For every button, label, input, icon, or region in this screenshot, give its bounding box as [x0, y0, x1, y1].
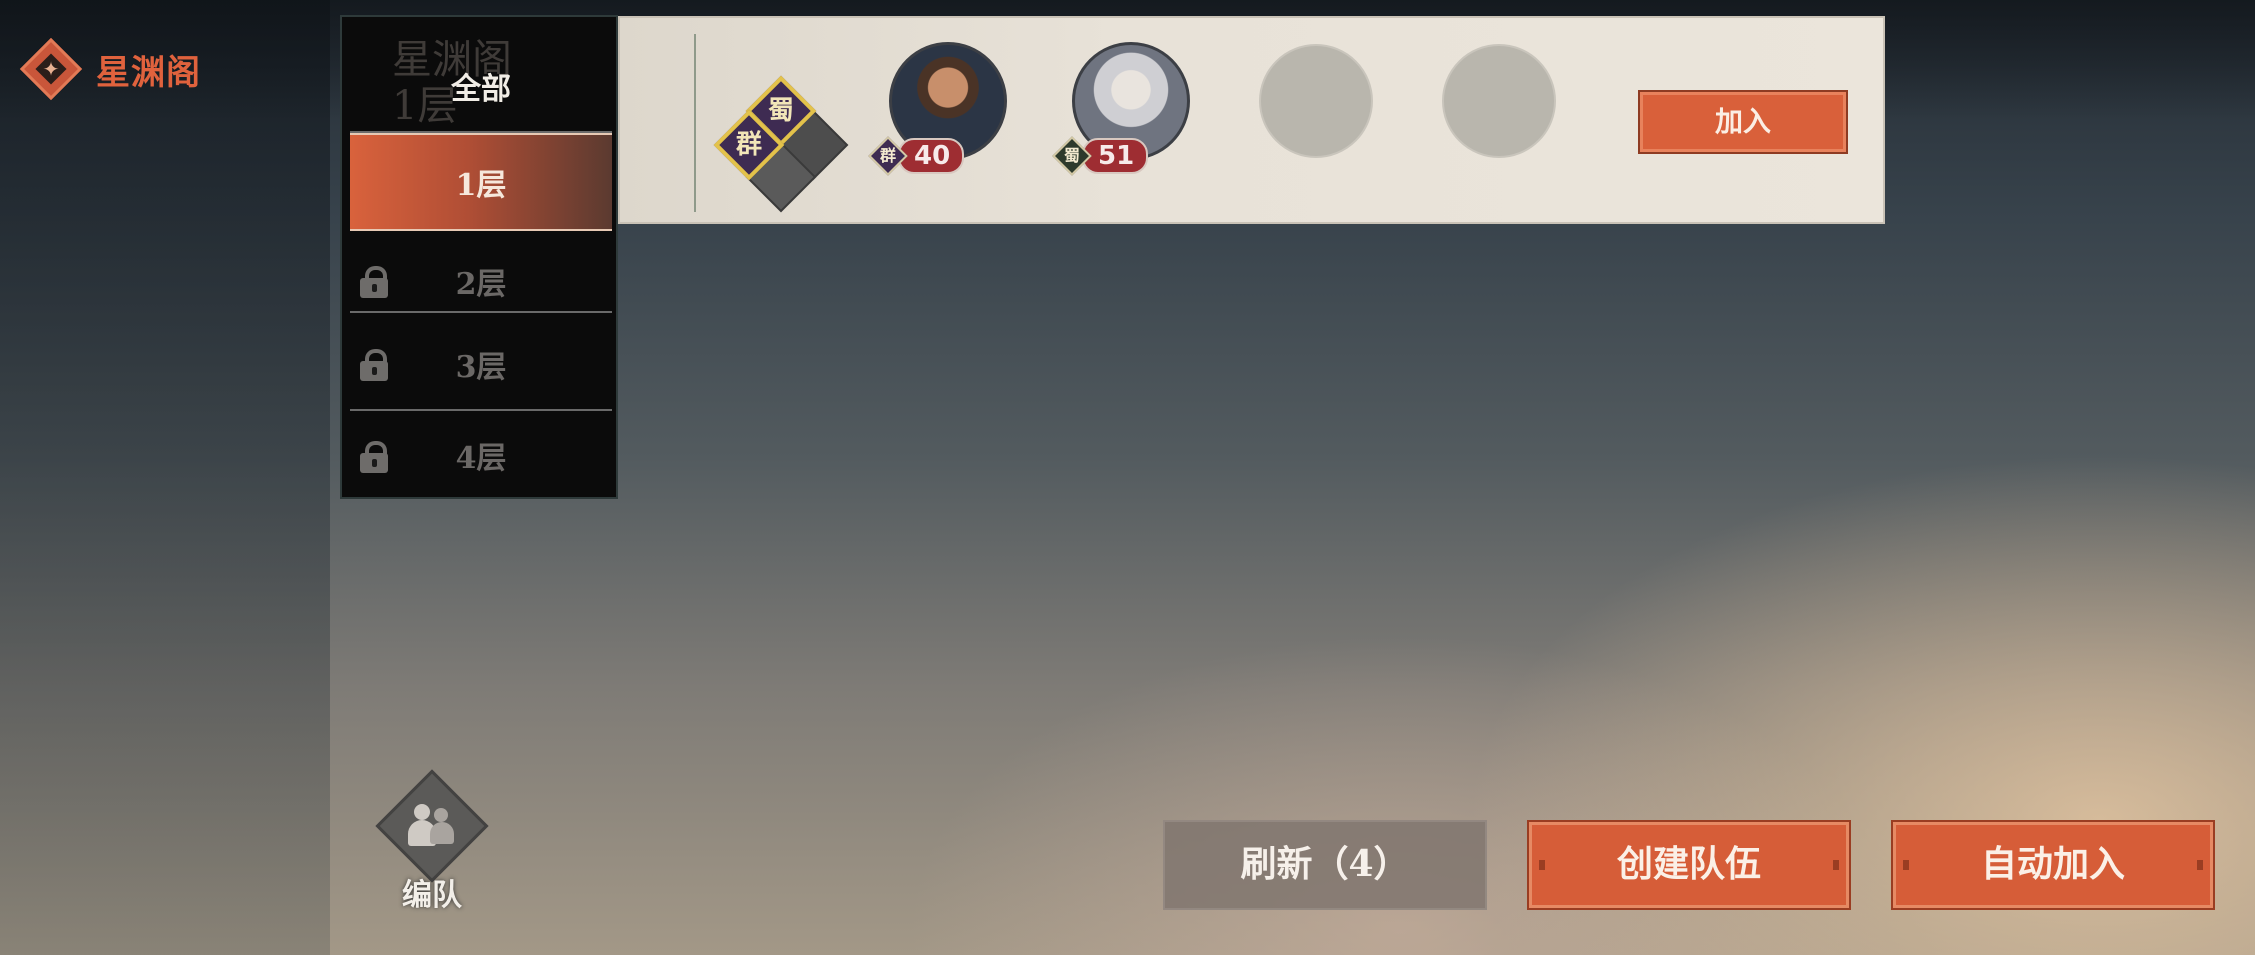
hero-level: 51	[1082, 138, 1149, 174]
page-title: 星渊阁	[96, 52, 201, 93]
floor-item-3[interactable]: 3层	[350, 315, 612, 413]
floor-item-label: 全部	[451, 72, 511, 107]
hero-badge-2: 蜀 51	[1052, 136, 1149, 176]
formation-button[interactable]: 编队	[372, 769, 492, 913]
join-team-button[interactable]: 加入	[1638, 90, 1848, 154]
tower-emblem-icon: ✦	[18, 36, 84, 102]
floor-filter-menu: 星渊阁 1层 全部 1层 2层 3层 4层	[340, 15, 618, 499]
hero-level: 40	[898, 138, 965, 174]
auto-join-button[interactable]: 自动加入	[1891, 820, 2215, 910]
team-people-icon	[406, 798, 458, 854]
divider	[350, 409, 612, 411]
floor-item-label: 3层	[455, 350, 507, 385]
divider	[350, 311, 612, 313]
left-panel-background	[0, 0, 330, 955]
divider	[694, 34, 696, 212]
app-header: ✦ 星渊阁	[18, 36, 201, 102]
faction-combo-icon: 蜀 群	[713, 56, 858, 213]
floor-item-label: 1层	[455, 168, 507, 203]
create-team-label: 创建队伍	[1616, 843, 1761, 885]
floor-item-label: 2层	[455, 267, 507, 302]
refresh-button[interactable]: 刷新（4）	[1163, 820, 1487, 910]
floor-item-1[interactable]: 1层	[350, 133, 612, 231]
empty-hero-slot	[1259, 44, 1373, 158]
floor-item-all[interactable]: 全部	[350, 37, 612, 135]
lock-icon	[360, 266, 388, 298]
formation-label: 编队	[402, 878, 462, 913]
empty-hero-slot	[1442, 44, 1556, 158]
team-card: 蜀 群 群 40 蜀 51 加入	[618, 16, 1885, 224]
create-team-button[interactable]: 创建队伍	[1527, 820, 1851, 910]
floor-item-4[interactable]: 4层	[350, 413, 612, 497]
faction-label-qun: 群	[735, 130, 762, 160]
lock-icon	[360, 349, 388, 381]
lock-icon	[360, 441, 388, 473]
hero-badge-1: 群 40	[868, 136, 965, 176]
auto-join-label: 自动加入	[1980, 843, 2125, 885]
floor-item-label: 4层	[455, 441, 507, 476]
